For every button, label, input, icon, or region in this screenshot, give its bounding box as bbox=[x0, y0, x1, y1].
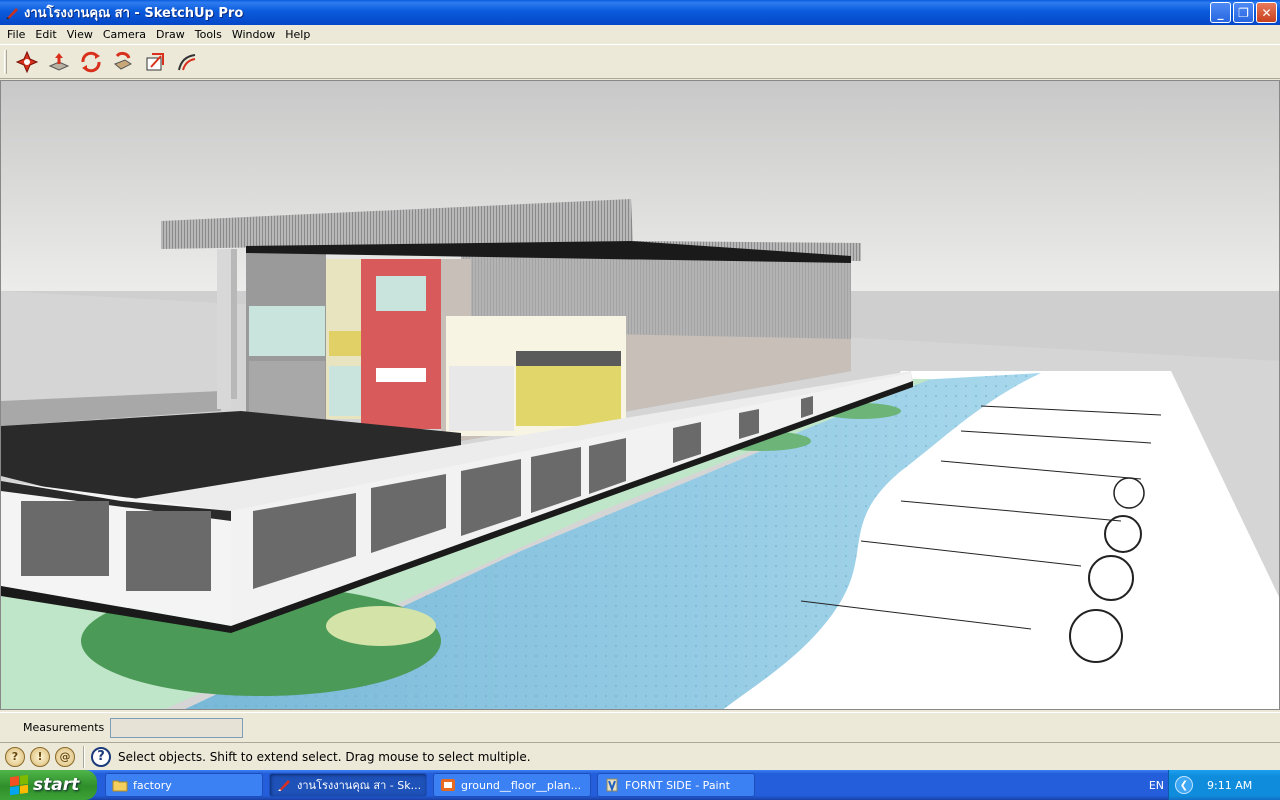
menu-view[interactable]: View bbox=[62, 28, 98, 41]
menu-bar: File Edit View Camera Draw Tools Window … bbox=[0, 25, 1280, 45]
model-viewport[interactable] bbox=[0, 80, 1280, 710]
start-button[interactable]: start bbox=[0, 770, 97, 800]
task-label: factory bbox=[133, 778, 172, 792]
menu-tools[interactable]: Tools bbox=[190, 28, 227, 41]
measurements-bar: Measurements bbox=[0, 712, 1280, 742]
language-indicator[interactable]: EN bbox=[1149, 779, 1164, 792]
rotate-tool-icon[interactable] bbox=[77, 48, 105, 76]
scale-tool-icon[interactable] bbox=[141, 48, 169, 76]
system-tray: ❮ 9:11 AM bbox=[1168, 770, 1280, 800]
paint-icon bbox=[606, 778, 618, 792]
menu-help[interactable]: Help bbox=[280, 28, 315, 41]
push-pull-tool-icon[interactable] bbox=[45, 48, 73, 76]
minimize-button[interactable]: _ bbox=[1210, 2, 1231, 23]
office-icon bbox=[441, 779, 455, 791]
window-title: งานโรงงานคุณ สา - SketchUp Pro bbox=[24, 6, 244, 21]
menu-draw[interactable]: Draw bbox=[151, 28, 190, 41]
measurements-label: Measurements bbox=[23, 721, 105, 734]
geo-location-icon[interactable]: ? bbox=[5, 746, 25, 767]
taskbar-item-factory[interactable]: factory bbox=[105, 773, 263, 797]
toolbar-grip[interactable] bbox=[4, 50, 7, 74]
model-scene bbox=[1, 81, 1279, 709]
toolbar bbox=[0, 46, 1280, 79]
sketchup-icon bbox=[278, 780, 290, 791]
status-message: Select objects. Shift to extend select. … bbox=[118, 749, 531, 764]
task-label: ground__floor__plan... bbox=[461, 778, 582, 792]
title-bar[interactable]: งานโรงงานคุณ สา - SketchUp Pro _ ❐ ✕ bbox=[0, 0, 1280, 25]
menu-edit[interactable]: Edit bbox=[30, 28, 61, 41]
taskbar-item-sketchup[interactable]: งานโรงงานคุณ สา - Sk... bbox=[269, 773, 427, 797]
menu-window[interactable]: Window bbox=[227, 28, 280, 41]
help-icon[interactable]: ? bbox=[91, 746, 111, 767]
task-label: FORNT SIDE - Paint bbox=[625, 778, 730, 792]
show-hidden-icons-chevron-icon[interactable]: ❮ bbox=[1175, 776, 1193, 794]
credits-icon[interactable]: ! bbox=[30, 746, 50, 767]
taskbar: start factory งานโรงงานคุณ สา - Sk... gr… bbox=[0, 770, 1280, 800]
orbit-tool-icon[interactable] bbox=[13, 48, 41, 76]
menu-file[interactable]: File bbox=[2, 28, 30, 41]
windows-flag-icon bbox=[10, 774, 28, 796]
status-separator bbox=[83, 745, 85, 768]
account-icon[interactable]: @ bbox=[55, 746, 75, 767]
task-label: งานโรงงานคุณ สา - Sk... bbox=[297, 779, 422, 792]
taskbar-item-ground-floor-plan[interactable]: ground__floor__plan... bbox=[433, 773, 591, 797]
start-label: start bbox=[33, 775, 80, 795]
clock[interactable]: 9:11 AM bbox=[1207, 779, 1252, 792]
status-bar: ? ! @ ? Select objects. Shift to extend … bbox=[0, 742, 1280, 770]
offset-tool-icon[interactable] bbox=[173, 48, 201, 76]
follow-me-tool-icon[interactable] bbox=[109, 48, 137, 76]
close-button[interactable]: ✕ bbox=[1256, 2, 1277, 23]
folder-icon bbox=[112, 780, 128, 792]
restore-button[interactable]: ❐ bbox=[1233, 2, 1254, 23]
measurements-field[interactable] bbox=[110, 717, 244, 738]
taskbar-item-paint[interactable]: FORNT SIDE - Paint bbox=[597, 773, 755, 797]
menu-camera[interactable]: Camera bbox=[98, 28, 151, 41]
sketchup-app-icon bbox=[4, 5, 20, 21]
